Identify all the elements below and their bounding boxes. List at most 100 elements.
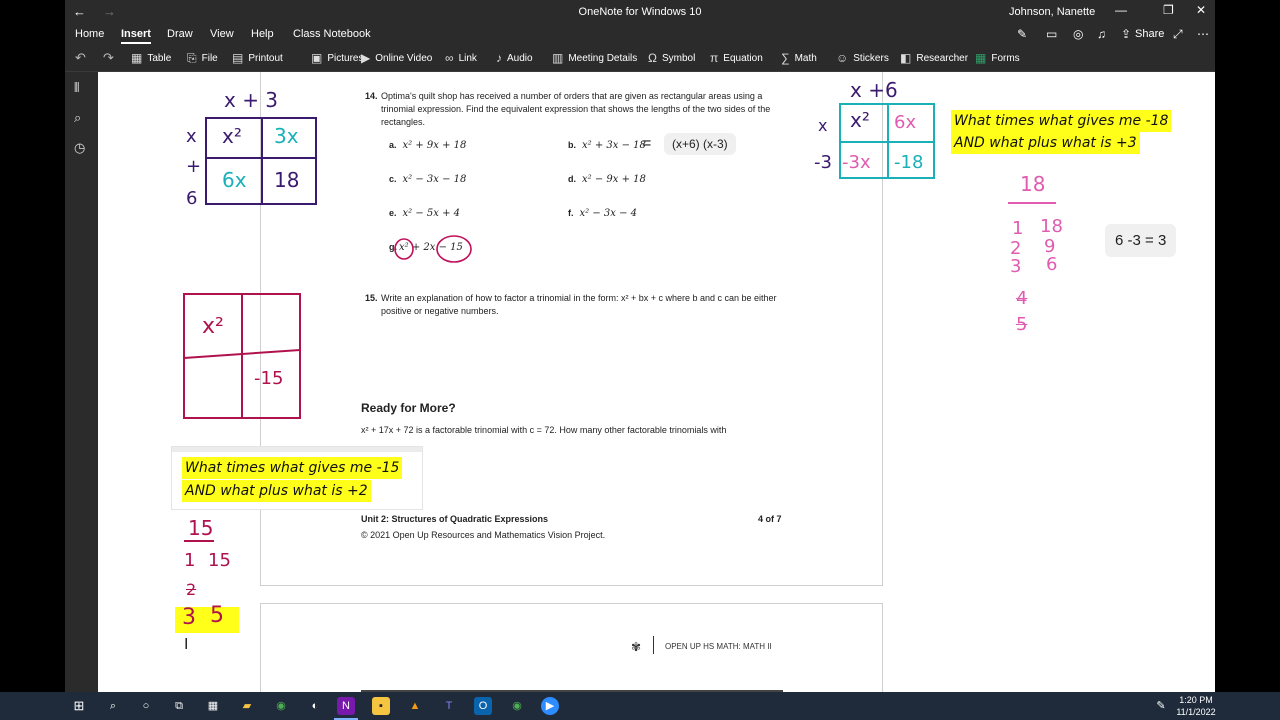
taskbar-search-icon[interactable]: ⌕: [104, 697, 122, 715]
link-button[interactable]: ∞ Link: [445, 51, 477, 65]
zoom-icon[interactable]: ▶: [541, 697, 559, 715]
undo-icon[interactable]: ↶: [75, 50, 86, 66]
sum-box[interactable]: 6 -3 = 3: [1105, 224, 1177, 257]
worksheet-page-2: ✾ OPEN UP HS MATH: MATH II: [260, 603, 883, 692]
omega-icon: Ω: [648, 51, 657, 65]
tab-insert[interactable]: Insert: [121, 28, 151, 44]
problem-15-text: Write an explanation of how to factor a …: [381, 293, 777, 316]
ink-right-18: 18: [1020, 172, 1046, 196]
option-f: f. x² − 3x − 4: [568, 208, 637, 219]
printout-icon: ▤: [232, 51, 244, 65]
ink-right-3: 3: [1010, 256, 1022, 277]
note-left-line-1: What times what gives me -15: [182, 457, 403, 479]
ink-right-6: 6: [1046, 254, 1058, 275]
equation-button[interactable]: π Equation: [710, 51, 763, 65]
pen-tray-icon[interactable]: ✎: [1152, 697, 1170, 715]
printout-button[interactable]: ▤ Printout: [232, 51, 283, 65]
ink-grid1-side-plus: +: [186, 156, 202, 177]
note-container-left[interactable]: What times what gives me -15 AND what pl…: [171, 446, 423, 510]
ink-grid1-side-6: 6: [186, 188, 198, 209]
ink-left-15: 15: [188, 516, 214, 540]
text-cursor-icon: I: [184, 636, 189, 653]
calendar-icon: ▥: [552, 51, 564, 65]
share-button[interactable]: Share: [1135, 28, 1164, 40]
ink-grid1-6x: 6x: [222, 168, 247, 192]
tab-help[interactable]: Help: [251, 28, 274, 40]
link-icon: ∞: [445, 51, 454, 65]
onenote-taskbar-icon[interactable]: N: [337, 697, 355, 715]
close-icon[interactable]: ✕: [1196, 3, 1206, 17]
stickers-button[interactable]: ☺ Stickers: [836, 51, 889, 65]
footer-page-number: 4 of 7: [758, 514, 782, 524]
option-b: b. x² + 3x − 18: [568, 140, 646, 151]
user-name[interactable]: Johnson, Nanette: [1009, 6, 1095, 18]
redo-icon[interactable]: ↷: [103, 50, 114, 66]
problem-14-text: Optima's quilt shop has received a numbe…: [381, 91, 771, 127]
notebooks-icon[interactable]: ⫴: [74, 80, 79, 96]
left-nav: ⫴ ⌕ ◷: [65, 72, 98, 692]
answer-b-box[interactable]: (x+6) (x-3): [664, 133, 736, 155]
file-button[interactable]: ⎘ File: [187, 51, 218, 66]
share-icon[interactable]: ⇪: [1121, 27, 1131, 41]
math-button[interactable]: ∑ Math: [781, 51, 817, 65]
ink-right-18b: 18: [1040, 216, 1063, 237]
edge-icon[interactable]: ◐: [306, 697, 324, 715]
pen-icon[interactable]: ✎: [1017, 27, 1027, 41]
search-icon[interactable]: ⌕: [74, 110, 81, 126]
teams-icon[interactable]: T: [440, 697, 458, 715]
option-a: a. x² + 9x + 18: [389, 140, 467, 151]
note-container-handle[interactable]: [172, 447, 422, 452]
ink-grid2-neg18: -18: [894, 152, 924, 173]
footer-copyright: © 2021 Open Up Resources and Mathematics…: [361, 530, 606, 540]
tab-class-notebook[interactable]: Class Notebook: [293, 28, 371, 40]
sticky-notes-icon[interactable]: ▪: [372, 697, 390, 715]
minimize-icon[interactable]: —: [1115, 3, 1127, 17]
option-e: e. x² − 5x + 4: [389, 208, 461, 219]
tab-home[interactable]: Home: [75, 28, 104, 40]
outlook-icon[interactable]: O: [474, 697, 492, 715]
cortana-icon[interactable]: ○: [137, 697, 155, 715]
calculator-icon[interactable]: ▦: [204, 697, 222, 715]
online-video-button[interactable]: ▶ Online Video: [361, 51, 432, 65]
file-explorer-icon[interactable]: ▰: [238, 697, 256, 715]
symbol-button[interactable]: Ω Symbol: [648, 51, 695, 65]
taskbar-clock[interactable]: 1:20 PM 11/1/2022: [1176, 694, 1216, 718]
researcher-button[interactable]: ◧ Researcher: [900, 51, 968, 65]
task-view-icon[interactable]: ⧉: [170, 697, 188, 715]
recent-icon[interactable]: ◷: [74, 140, 85, 156]
chrome-icon[interactable]: ◉: [272, 697, 290, 715]
paperclip-icon: ⎘: [187, 51, 197, 65]
bell-icon[interactable]: ♫: [1097, 27, 1106, 41]
math-icon: ∑: [781, 51, 790, 65]
ink-left-underline: [184, 540, 214, 542]
taskbar-date: 11/1/2022: [1176, 707, 1216, 717]
tablet-icon[interactable]: ▭: [1046, 27, 1057, 41]
brand-logo-icon: ✾: [631, 640, 642, 654]
tab-view[interactable]: View: [210, 28, 234, 40]
ink-grid1-x2: x²: [222, 124, 242, 148]
expand-icon[interactable]: ⤢: [1173, 27, 1183, 42]
page-canvas[interactable]: 14. Optima's quilt shop has received a n…: [98, 72, 1215, 692]
ink-right-1: 1: [1012, 218, 1024, 239]
chrome-2-icon[interactable]: ◉: [508, 697, 526, 715]
option-d: d. x² − 9x + 18: [568, 174, 646, 185]
table-button[interactable]: ▦ Table: [131, 51, 171, 65]
smiley-icon: ☺: [836, 51, 849, 65]
tab-draw[interactable]: Draw: [167, 28, 193, 40]
ready-for-more-heading: Ready for More?: [361, 401, 456, 415]
ink-equals-sign: =: [642, 135, 652, 152]
forms-button[interactable]: ▦ Forms: [975, 51, 1020, 65]
audio-button[interactable]: ♪ Audio: [496, 51, 533, 65]
footer-unit: Unit 2: Structures of Quadratic Expressi…: [361, 514, 549, 524]
pi-icon: π: [710, 51, 719, 65]
more-icon[interactable]: ⋯: [1197, 27, 1209, 41]
ink-left-15b: 15: [208, 550, 231, 571]
ink-circles-option-g: [394, 235, 472, 263]
meeting-details-button[interactable]: ▥ Meeting Details: [552, 51, 637, 65]
picture-icon: ▣: [311, 51, 323, 65]
restore-icon[interactable]: ❐: [1163, 3, 1174, 17]
vlc-icon[interactable]: ▲: [406, 697, 424, 715]
lightbulb-icon[interactable]: ◎: [1073, 27, 1083, 41]
pictures-button[interactable]: ▣ Pictures: [311, 51, 363, 65]
windows-start-icon[interactable]: ⊞: [70, 697, 88, 715]
